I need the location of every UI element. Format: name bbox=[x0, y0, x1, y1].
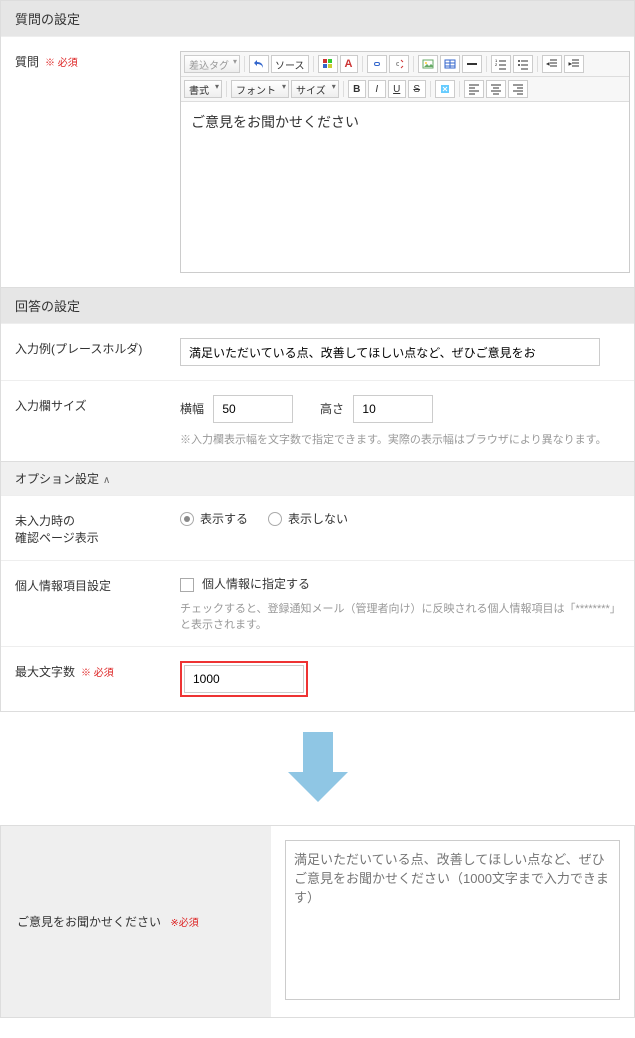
preview-panel: ご意見をお聞かせください ※必須 bbox=[0, 825, 635, 1018]
italic-button[interactable]: I bbox=[368, 80, 386, 98]
no-input-display-label: 未入力時の 確認ページ表示 bbox=[15, 510, 180, 546]
question-section-header: 質問の設定 bbox=[1, 0, 634, 36]
align-right-icon[interactable] bbox=[508, 80, 528, 98]
option-section-header[interactable]: オプション設定∧ bbox=[1, 461, 634, 495]
required-badge: ※必須 bbox=[170, 918, 198, 929]
outdent-icon[interactable] bbox=[542, 55, 562, 73]
bg-color-icon[interactable] bbox=[318, 55, 338, 73]
hr-icon[interactable] bbox=[462, 55, 482, 73]
insert-tag-dropdown[interactable]: 差込タグ bbox=[184, 55, 240, 73]
privacy-checkbox[interactable]: 個人情報に指定する bbox=[180, 577, 310, 591]
collapse-caret-icon: ∧ bbox=[103, 475, 110, 486]
preview-textarea[interactable] bbox=[285, 840, 620, 1000]
undo-icon[interactable] bbox=[249, 55, 269, 73]
privacy-hint: チェックすると、登録通知メール（管理者向け）に反映される個人情報項目は「****… bbox=[180, 600, 620, 632]
required-badge: ※ 必須 bbox=[45, 58, 78, 69]
font-dropdown[interactable]: フォント bbox=[231, 80, 289, 98]
size-dropdown[interactable]: サイズ bbox=[291, 80, 339, 98]
preview-question-label: ご意見をお聞かせください ※必須 bbox=[1, 826, 271, 1017]
align-left-icon[interactable] bbox=[464, 80, 484, 98]
answer-section-header: 回答の設定 bbox=[1, 287, 634, 323]
editor-content[interactable]: ご意見をお聞かせください bbox=[181, 102, 629, 272]
rich-text-editor: 差込タグ ソース A 12 bbox=[180, 51, 630, 273]
text-color-icon[interactable]: A bbox=[340, 55, 358, 73]
checkbox-icon bbox=[180, 578, 194, 592]
height-label: 高さ bbox=[320, 402, 344, 416]
format-dropdown[interactable]: 書式 bbox=[184, 80, 222, 98]
table-icon[interactable] bbox=[440, 55, 460, 73]
remove-format-icon[interactable] bbox=[435, 80, 455, 98]
max-chars-input[interactable] bbox=[184, 665, 304, 693]
arrow-down-icon bbox=[0, 712, 635, 815]
height-input[interactable] bbox=[353, 395, 433, 423]
size-hint: ※入力欄表示幅を文字数で指定できます。実際の表示幅はブラウザにより異なります。 bbox=[180, 431, 620, 447]
underline-button[interactable]: U bbox=[388, 80, 406, 98]
strike-button[interactable]: S bbox=[408, 80, 426, 98]
radio-show[interactable]: 表示する bbox=[180, 510, 248, 527]
radio-icon bbox=[268, 512, 282, 526]
max-chars-highlight bbox=[180, 661, 308, 697]
placeholder-input[interactable] bbox=[180, 338, 600, 366]
radio-icon bbox=[180, 512, 194, 526]
bold-button[interactable]: B bbox=[348, 80, 366, 98]
source-button[interactable]: ソース bbox=[271, 55, 309, 73]
privacy-label: 個人情報項目設定 bbox=[15, 575, 180, 632]
width-input[interactable] bbox=[213, 395, 293, 423]
required-badge: ※ 必須 bbox=[81, 668, 114, 679]
link-icon[interactable] bbox=[367, 55, 387, 73]
radio-hide[interactable]: 表示しない bbox=[268, 510, 348, 527]
align-center-icon[interactable] bbox=[486, 80, 506, 98]
question-label: 質問※ 必須 bbox=[15, 51, 180, 273]
unlink-icon[interactable] bbox=[389, 55, 409, 73]
placeholder-label: 入力例(プレースホルダ) bbox=[15, 338, 180, 366]
svg-text:2: 2 bbox=[495, 62, 498, 67]
image-icon[interactable] bbox=[418, 55, 438, 73]
input-size-label: 入力欄サイズ bbox=[15, 395, 180, 447]
editor-toolbar-1: 差込タグ ソース A 12 bbox=[181, 52, 629, 77]
editor-toolbar-2: 書式 フォント サイズ B I U S bbox=[181, 77, 629, 102]
ol-icon[interactable]: 12 bbox=[491, 55, 511, 73]
indent-icon[interactable] bbox=[564, 55, 584, 73]
max-chars-label: 最大文字数※ 必須 bbox=[15, 661, 180, 697]
width-label: 横幅 bbox=[180, 402, 204, 416]
ul-icon[interactable] bbox=[513, 55, 533, 73]
